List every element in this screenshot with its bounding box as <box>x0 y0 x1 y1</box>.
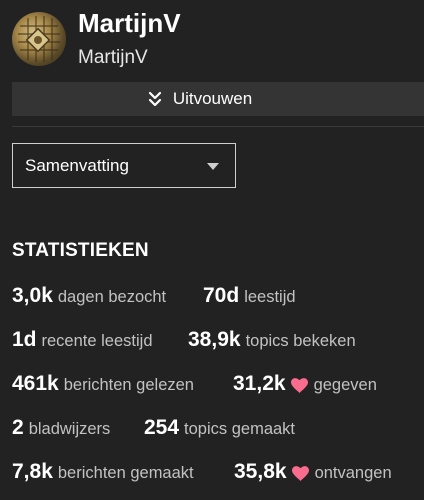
stat-value: 2 <box>12 416 24 439</box>
stat-label: topics bekeken <box>245 332 356 350</box>
stat-value: 3,0k <box>12 284 53 307</box>
display-name[interactable]: MartijnV <box>78 8 181 39</box>
summary-select[interactable]: Samenvatting <box>12 143 236 188</box>
stat-label: leestijd <box>244 288 296 306</box>
stat-recent-read-time: 1d recente leestijd <box>12 328 153 352</box>
stats-title: STATISTIEKEN <box>12 240 149 261</box>
caret-down-icon <box>207 163 219 170</box>
stat-likes-given: 31,2k gegeven <box>233 372 377 396</box>
stat-bookmarks: 2 bladwijzers <box>12 416 110 440</box>
stat-label: berichten gelezen <box>63 376 194 394</box>
stat-label: recente leestijd <box>41 332 153 350</box>
stat-posts-read: 461k berichten gelezen <box>12 372 194 396</box>
double-chevron-down-icon <box>148 91 161 107</box>
stat-topics-created: 254 topics gemaakt <box>144 416 295 440</box>
stat-value: 70d <box>203 284 240 307</box>
expand-button-label: Uitvouwen <box>172 89 253 108</box>
stat-value: 254 <box>144 416 180 439</box>
summary-select-value: Samenvatting <box>25 155 129 175</box>
divider <box>12 126 424 127</box>
heart-icon <box>291 465 309 481</box>
stat-label: berichten gemaakt <box>57 464 194 482</box>
stat-value: 35,8k <box>234 460 287 483</box>
stat-label: dagen bezocht <box>57 288 167 306</box>
stat-label: topics gemaakt <box>184 420 296 438</box>
avatar-image <box>18 16 60 62</box>
stat-value: 1d <box>12 328 37 351</box>
stat-read-time: 70d leestijd <box>203 284 296 308</box>
stat-posts-created: 7,8k berichten gemaakt <box>12 460 194 484</box>
stat-days-visited: 3,0k dagen bezocht <box>12 284 166 308</box>
expand-button[interactable]: Uitvouwen <box>12 82 424 116</box>
stat-label: bladwijzers <box>28 420 111 438</box>
user-card-header: MartijnV MartijnV <box>0 0 424 80</box>
stat-topics-viewed: 38,9k topics bekeken <box>188 328 356 352</box>
stat-value: 461k <box>12 372 59 395</box>
stat-value: 31,2k <box>233 372 286 395</box>
avatar[interactable] <box>12 12 66 66</box>
username: MartijnV <box>78 47 148 68</box>
stat-label: ontvangen <box>314 464 392 482</box>
heart-icon <box>290 377 308 393</box>
stat-likes-received: 35,8k ontvangen <box>234 460 392 484</box>
stat-value: 7,8k <box>12 460 53 483</box>
stat-value: 38,9k <box>188 328 241 351</box>
stat-label: gegeven <box>313 376 377 394</box>
